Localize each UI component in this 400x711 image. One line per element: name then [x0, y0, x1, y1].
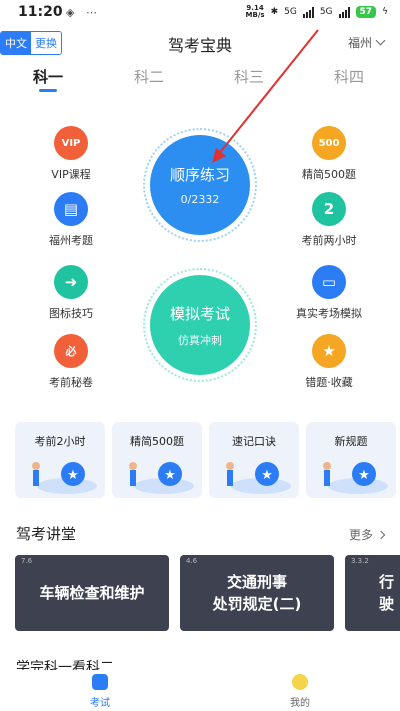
nav-mine[interactable]: 我的	[270, 674, 330, 709]
video-card[interactable]: 7.6 车辆检查和维护	[15, 555, 169, 631]
person-star-illustration: ★	[226, 462, 291, 494]
person-star-illustration: ★	[323, 462, 388, 494]
bottom-nav: 考试 我的	[0, 670, 400, 711]
exam-icon	[92, 674, 108, 690]
profile-icon	[292, 674, 308, 690]
lecture-section-title: 驾考讲堂	[16, 525, 77, 543]
svg-text:★: ★	[358, 468, 370, 483]
svg-text:★: ★	[164, 468, 176, 483]
quick-card-two-hours[interactable]: 考前2小时 ★	[15, 422, 105, 498]
person-star-illustration: ★	[129, 462, 194, 494]
chevron-right-icon	[376, 530, 386, 540]
lecture-more-link[interactable]: 更多	[349, 526, 386, 543]
quick-card-500[interactable]: 精简500题 ★	[112, 422, 202, 498]
video-card[interactable]: 3.3.2 行驶	[345, 555, 400, 631]
quick-card-new-rules[interactable]: 新规题 ★	[306, 422, 396, 498]
svg-text:★: ★	[67, 468, 79, 483]
nav-exam[interactable]: 考试	[70, 674, 130, 709]
quick-card-mnemonics[interactable]: 速记口诀 ★	[209, 422, 299, 498]
svg-text:★: ★	[261, 468, 273, 483]
video-card[interactable]: 4.6 交通刑事 处罚规定(二)	[180, 555, 334, 631]
person-star-illustration: ★	[32, 462, 97, 494]
